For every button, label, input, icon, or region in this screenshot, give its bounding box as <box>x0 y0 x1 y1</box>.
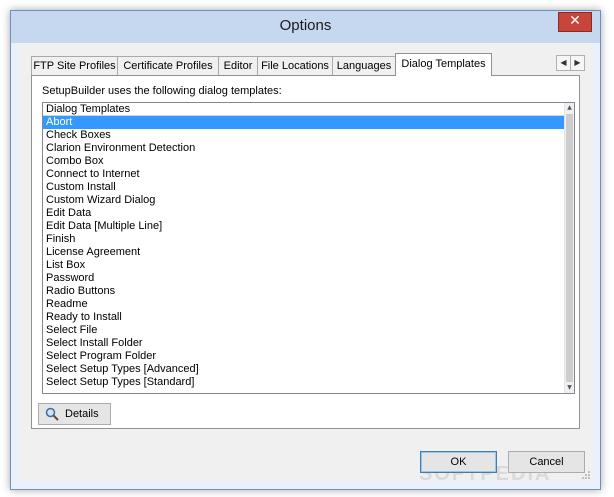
ok-button[interactable]: OK <box>420 451 497 473</box>
tab-label: Certificate Profiles <box>123 60 213 72</box>
scroll-down-icon[interactable]: ▼ <box>565 383 574 393</box>
list-item[interactable]: Select Program Folder <box>43 350 564 363</box>
list-item[interactable]: Select Install Folder <box>43 337 564 350</box>
close-button[interactable]: ✕ <box>558 12 592 32</box>
scroll-up-icon[interactable]: ▲ <box>565 103 574 113</box>
list-item[interactable]: Readme <box>43 298 564 311</box>
tab-scroll-left-button[interactable]: ◀ <box>556 55 571 71</box>
vertical-scrollbar[interactable]: ▲ ▼ <box>564 103 574 393</box>
list-item[interactable]: Edit Data [Multiple Line] <box>43 220 564 233</box>
tab-label: Languages <box>336 60 392 72</box>
dialog-client-area: FTP Site Profiles Certificate Profiles E… <box>19 43 592 485</box>
cancel-label: Cancel <box>529 456 564 468</box>
dialog-templates-panel: SetupBuilder uses the following dialog t… <box>31 75 580 429</box>
tab-file-locations[interactable]: File Locations <box>257 56 333 75</box>
list-rows: Abort Check Boxes Clarion Environment Dete… <box>43 116 564 389</box>
list-item[interactable]: Select File <box>43 324 564 337</box>
options-dialog: Options ✕ FTP Site Profiles Certificate … <box>10 10 601 490</box>
details-label: Details <box>65 408 99 420</box>
tab-ftp-site-profiles[interactable]: FTP Site Profiles <box>31 56 118 75</box>
list-item[interactable]: Custom Install <box>43 181 564 194</box>
cancel-button[interactable]: Cancel <box>508 451 585 473</box>
list-item[interactable]: Select Setup Types [Standard] <box>43 376 564 389</box>
dialog-templates-list[interactable]: Dialog Templates Abort Check Boxes Clarion… <box>42 102 575 394</box>
window-title: Options <box>279 17 332 34</box>
tab-certificate-profiles[interactable]: Certificate Profiles <box>117 56 219 75</box>
list-item[interactable]: License Agreement <box>43 246 564 259</box>
tab-languages[interactable]: Languages <box>332 56 396 75</box>
tab-label: Editor <box>223 60 253 72</box>
list-item[interactable]: Radio Buttons <box>43 285 564 298</box>
list-item[interactable]: Select Setup Types [Advanced] <box>43 363 564 376</box>
list-item[interactable]: Finish <box>43 233 564 246</box>
ok-label: OK <box>450 456 467 468</box>
tab-scroll-right-button[interactable]: ▶ <box>570 55 585 71</box>
list-item[interactable]: Custom Wizard Dialog <box>43 194 564 207</box>
arrow-right-icon: ▶ <box>574 58 581 67</box>
list-column-header[interactable]: Dialog Templates <box>43 103 564 116</box>
list-item[interactable]: Check Boxes <box>43 129 564 142</box>
list-item[interactable]: Abort <box>43 116 564 129</box>
list-item[interactable]: List Box <box>43 259 564 272</box>
details-button[interactable]: Details <box>38 403 111 425</box>
list-item[interactable]: Combo Box <box>43 155 564 168</box>
tab-editor[interactable]: Editor <box>218 56 258 75</box>
tab-dialog-templates[interactable]: Dialog Templates <box>395 53 492 76</box>
templates-description: SetupBuilder uses the following dialog t… <box>42 85 282 97</box>
arrow-left-icon: ◀ <box>560 58 567 67</box>
list-item[interactable]: Clarion Environment Detection <box>43 142 564 155</box>
title-bar[interactable]: Options ✕ <box>11 11 600 43</box>
resize-grip-icon[interactable] <box>581 470 591 480</box>
list-item[interactable]: Ready to Install <box>43 311 564 324</box>
list-item[interactable]: Edit Data <box>43 207 564 220</box>
magnifier-icon <box>45 407 59 421</box>
tab-label: FTP Site Profiles <box>33 60 116 72</box>
scroll-thumb[interactable] <box>566 114 573 382</box>
tab-label: Dialog Templates <box>401 58 486 70</box>
close-icon: ✕ <box>569 13 581 29</box>
tab-label: File Locations <box>261 60 329 72</box>
list-item[interactable]: Connect to Internet <box>43 168 564 181</box>
list-item[interactable]: Password <box>43 272 564 285</box>
